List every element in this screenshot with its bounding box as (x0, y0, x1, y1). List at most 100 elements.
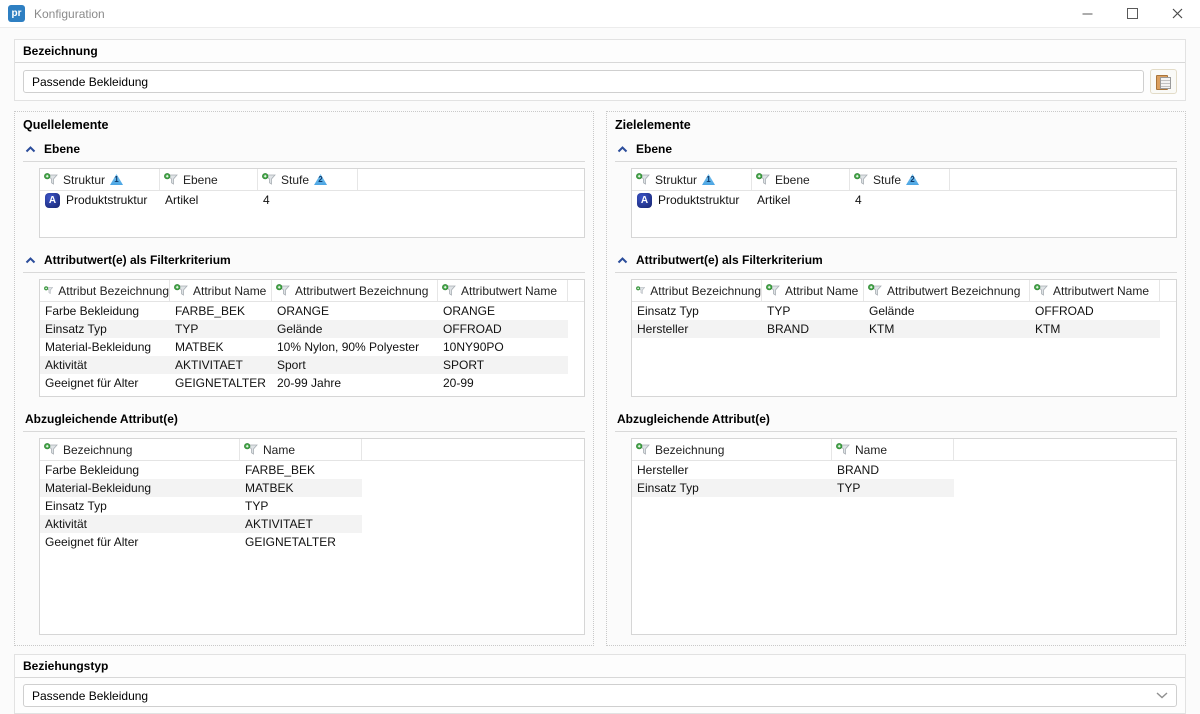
column-header[interactable]: Struktur 1 (632, 169, 752, 190)
column-header[interactable]: Attribut Name (762, 280, 864, 301)
filter-icon[interactable] (276, 284, 290, 297)
column-header[interactable]: Attribut Bezeichnung (40, 280, 170, 301)
beziehungstyp-label: Beziehungstyp (15, 655, 1185, 678)
sort-order-badge: 1 (702, 174, 715, 185)
table-header-row: Bezeichnung Name (40, 439, 584, 461)
column-header[interactable]: Bezeichnung (40, 439, 240, 460)
filter-icon[interactable] (174, 284, 188, 297)
beziehungstyp-groupbox: Beziehungstyp Passende Bekleidung (14, 654, 1186, 714)
source-match-table: Bezeichnung Name Farbe Bekleidung FARBE_… (39, 438, 585, 635)
section-title: Ebene (44, 142, 80, 156)
close-icon (1172, 8, 1183, 19)
table-header-row: Struktur 1 Ebene Stufe 2 (40, 169, 584, 191)
target-panel: Zielelemente Ebene Struktur 1 Ebene (606, 111, 1186, 646)
column-header[interactable]: Attribut Bezeichnung (632, 280, 762, 301)
source-ebene-section-header[interactable]: Ebene (23, 139, 585, 162)
collapse-icon[interactable] (25, 257, 36, 264)
filter-icon[interactable] (636, 443, 650, 456)
table-row[interactable]: Aktivität AKTIVITAET Sport SPORT (40, 356, 568, 374)
filter-icon[interactable] (164, 173, 178, 186)
table-row[interactable]: Einsatz Typ TYP (40, 497, 362, 515)
source-match-section-header: Abzugleichende Attribut(e) (23, 409, 585, 432)
table-header-row: Bezeichnung Name (632, 439, 1176, 461)
column-header[interactable]: Stufe 2 (850, 169, 950, 190)
filter-icon[interactable] (44, 443, 58, 456)
minimize-button[interactable] (1065, 0, 1110, 27)
section-title: Attributwert(e) als Filterkriterium (636, 253, 823, 267)
column-header[interactable]: Struktur 1 (40, 169, 160, 190)
table-row[interactable]: AProduktstruktur Artikel 4 (632, 191, 950, 209)
sort-order-badge: 2 (314, 174, 327, 185)
minimize-icon (1082, 8, 1093, 19)
table-row[interactable]: Hersteller BRAND KTM KTM (632, 320, 1160, 338)
source-ebene-table: Struktur 1 Ebene Stufe 2 (39, 168, 585, 238)
table-row[interactable]: Farbe Bekleidung FARBE_BEK (40, 461, 362, 479)
target-ebene-table: Struktur 1 Ebene Stufe 2 (631, 168, 1177, 238)
source-filter-table: Attribut Bezeichnung Attribut Name Attri… (39, 279, 585, 397)
filter-icon[interactable] (766, 284, 780, 297)
target-match-table: Bezeichnung Name Hersteller BRAND (631, 438, 1177, 635)
column-header[interactable]: Ebene (752, 169, 850, 190)
table-row[interactable]: Einsatz Typ TYP Gelände OFFROAD (40, 320, 568, 338)
maximize-button[interactable] (1110, 0, 1155, 27)
column-header[interactable]: Attributwert Bezeichnung (272, 280, 438, 301)
filter-icon[interactable] (442, 284, 456, 297)
beziehungstyp-select[interactable]: Passende Bekleidung (23, 684, 1177, 707)
column-header[interactable]: Name (832, 439, 954, 460)
column-header[interactable]: Attribut Name (170, 280, 272, 301)
table-row[interactable]: Einsatz Typ TYP (632, 479, 954, 497)
maximize-icon (1127, 8, 1138, 19)
filter-icon[interactable] (244, 443, 258, 456)
column-header[interactable]: Attributwert Bezeichnung (864, 280, 1030, 301)
sort-order-badge: 2 (906, 174, 919, 185)
filter-icon[interactable] (1034, 284, 1048, 297)
bezeichnung-input[interactable] (23, 70, 1144, 93)
filter-icon[interactable] (44, 173, 58, 186)
filter-icon[interactable] (44, 284, 53, 297)
target-ebene-section-header[interactable]: Ebene (615, 139, 1177, 162)
filter-icon[interactable] (262, 173, 276, 186)
table-row[interactable]: AProduktstruktur Artikel 4 (40, 191, 358, 209)
filter-icon[interactable] (756, 173, 770, 186)
table-row[interactable]: Geeignet für Alter GEIGNETALTER 20-99 Ja… (40, 374, 568, 392)
filter-icon[interactable] (836, 443, 850, 456)
section-title: Attributwert(e) als Filterkriterium (44, 253, 231, 267)
table-header-row: Struktur 1 Ebene Stufe 2 (632, 169, 1176, 191)
table-row[interactable]: Farbe Bekleidung FARBE_BEK ORANGE ORANGE (40, 302, 568, 320)
column-header[interactable]: Stufe 2 (258, 169, 358, 190)
source-filter-section-header[interactable]: Attributwert(e) als Filterkriterium (23, 250, 585, 273)
paste-button[interactable] (1150, 69, 1177, 94)
filter-icon[interactable] (868, 284, 882, 297)
close-button[interactable] (1155, 0, 1200, 27)
table-row[interactable]: Einsatz Typ TYP Gelände OFFROAD (632, 302, 1160, 320)
beziehungstyp-selected-value: Passende Bekleidung (32, 689, 1156, 703)
table-row[interactable]: Material-Bekleidung MATBEK (40, 479, 362, 497)
table-row[interactable]: Geeignet für Alter GEIGNETALTER (40, 533, 362, 551)
column-header[interactable]: Bezeichnung (632, 439, 832, 460)
chevron-down-icon (1156, 692, 1168, 699)
target-filter-section-header[interactable]: Attributwert(e) als Filterkriterium (615, 250, 1177, 273)
table-row[interactable]: Aktivität AKTIVITAET (40, 515, 362, 533)
collapse-icon[interactable] (617, 257, 628, 264)
column-header[interactable]: Name (240, 439, 362, 460)
collapse-icon[interactable] (25, 146, 36, 153)
section-title: Abzugleichende Attribut(e) (25, 412, 178, 426)
table-header-row: Attribut Bezeichnung Attribut Name Attri… (40, 280, 584, 302)
column-header[interactable]: Attributwert Name (1030, 280, 1160, 301)
structure-type-icon: A (45, 193, 60, 208)
filter-icon[interactable] (854, 173, 868, 186)
target-panel-title: Zielelemente (615, 116, 1177, 139)
window-controls (1065, 0, 1200, 27)
sort-order-badge: 1 (110, 174, 123, 185)
filter-icon[interactable] (636, 173, 650, 186)
table-row[interactable]: Material-Bekleidung MATBEK 10% Nylon, 90… (40, 338, 568, 356)
title-bar: pr Konfiguration (0, 0, 1200, 28)
column-header[interactable]: Ebene (160, 169, 258, 190)
collapse-icon[interactable] (617, 146, 628, 153)
structure-type-icon: A (637, 193, 652, 208)
column-header[interactable]: Attributwert Name (438, 280, 568, 301)
table-row[interactable]: Hersteller BRAND (632, 461, 954, 479)
dialog-content: Bezeichnung Quellelemente Ebene (0, 28, 1200, 714)
clipboard-icon (1156, 74, 1171, 89)
filter-icon[interactable] (636, 284, 645, 297)
